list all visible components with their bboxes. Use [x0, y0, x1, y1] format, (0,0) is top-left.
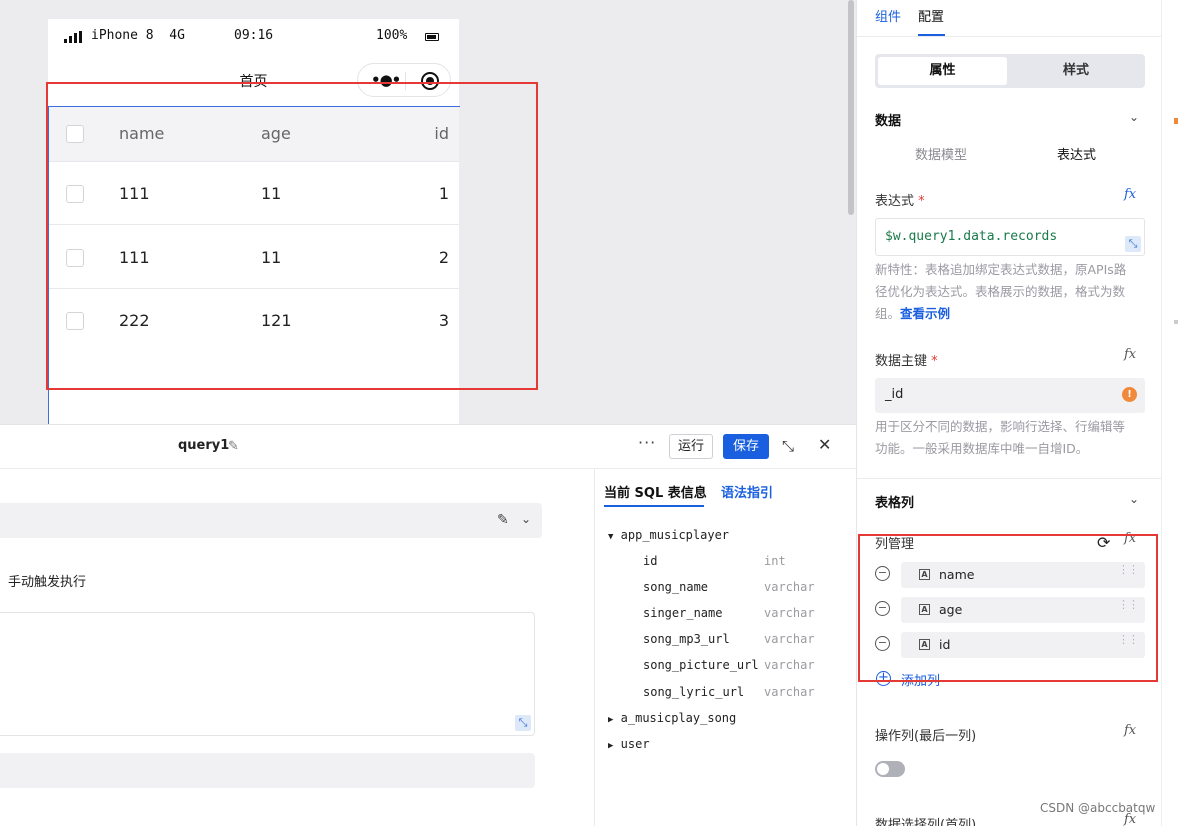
caret-right-icon: ▶	[608, 715, 614, 725]
primary-key-value: _id	[885, 387, 904, 402]
expression-label: 表达式 *	[875, 194, 925, 209]
column-type: varchar	[764, 632, 815, 646]
column-name: song_mp3_url	[643, 632, 730, 646]
query-panel: query1 ✎ ··· 运行 保存 ⤡ ✕ ✎ ⌄ 手动触发执行 ⤡ 当前 S…	[0, 424, 856, 826]
trigger-mode-text: 手动触发执行	[8, 575, 87, 590]
chevron-down-icon[interactable]: ⌄	[1129, 492, 1139, 506]
column-name: id	[643, 554, 658, 568]
source-option-expression[interactable]: 表达式	[1057, 144, 1096, 163]
tab-syntax-guide[interactable]: 语法指引	[721, 482, 773, 501]
device-carrier: iPhone 8 4G	[91, 28, 185, 43]
battery-percent: 100%	[376, 28, 408, 43]
caret-right-icon: ▶	[608, 741, 614, 751]
see-example-link[interactable]: 查看示例	[900, 306, 950, 321]
column-name: song_name	[643, 580, 709, 594]
watermark: CSDN @abccbatqw	[1040, 801, 1156, 815]
run-button[interactable]: 运行	[669, 434, 713, 459]
segment-style[interactable]: 样式	[1010, 57, 1142, 85]
chevron-down-icon[interactable]: ⌄	[521, 512, 531, 526]
props-style-switch: 属性 样式	[875, 54, 1145, 88]
primary-key-help: 用于区分不同的数据，影响行选择、行编辑等 功能。一般采用数据库中唯一自增ID。	[875, 419, 1126, 456]
signal-icon	[64, 31, 82, 43]
close-icon[interactable]: ✕	[818, 435, 831, 454]
tab-sql-info[interactable]: 当前 SQL 表信息	[604, 482, 707, 501]
tree-node-app-musicplayer[interactable]: ▼ app_musicplayer	[608, 528, 729, 542]
fx-icon[interactable]: fx	[1124, 187, 1136, 202]
battery-icon	[425, 33, 439, 41]
column-type: int	[764, 554, 786, 568]
sql-editor[interactable]: ⤡	[0, 612, 535, 736]
divider	[857, 36, 1162, 37]
table-name: a_musicplay_song	[620, 711, 737, 725]
section-data-title: 数据	[875, 114, 902, 129]
action-column-label: 操作列(最后一列)	[875, 729, 977, 744]
section-columns-title: 表格列	[875, 496, 915, 511]
column-name: song_picture_url	[643, 658, 759, 672]
column-name: singer_name	[643, 606, 723, 620]
tab-components[interactable]: 组件	[875, 6, 901, 25]
action-column-toggle[interactable]	[875, 761, 905, 777]
annotation-box-columns	[858, 534, 1158, 682]
table-name: user	[620, 737, 650, 751]
pencil-icon[interactable]: ✎	[228, 439, 239, 454]
annotation-box-table	[46, 82, 538, 390]
expression-input[interactable]: $w.query1.data.records ⤡	[875, 218, 1145, 256]
fx-icon[interactable]: fx	[1124, 347, 1136, 362]
caret-down-icon: ▼	[608, 532, 614, 542]
column-type: varchar	[764, 606, 815, 620]
divider	[857, 478, 1162, 479]
params-field[interactable]	[0, 753, 535, 788]
segment-props[interactable]: 属性	[878, 57, 1007, 85]
resize-icon[interactable]: ⤡	[1125, 236, 1141, 252]
more-options-icon[interactable]: ···	[638, 433, 656, 452]
tree-node-user[interactable]: ▶ user	[608, 737, 650, 751]
canvas-scrollbar[interactable]	[848, 0, 854, 215]
chevron-down-icon[interactable]: ⌄	[1129, 110, 1139, 124]
resize-icon[interactable]: ⤡	[515, 715, 531, 731]
primary-key-input[interactable]: _id !	[875, 378, 1145, 413]
source-option-model[interactable]: 数据模型	[915, 144, 967, 163]
phone-status-bar: iPhone 8 4G 09:16 100%	[48, 19, 459, 55]
expression-help: 新特性：表格追加绑定表达式数据，原APIs路 径优化为表达式。表格展示的数据，格…	[875, 262, 1127, 321]
column-type: varchar	[764, 658, 815, 672]
expand-icon[interactable]: ⤡	[782, 437, 794, 455]
panel-column-divider	[594, 469, 595, 826]
tab-config[interactable]: 配置	[918, 6, 944, 25]
column-name: song_lyric_url	[643, 685, 745, 699]
config-panel: 组件 配置 属性 样式 数据 ⌄ 数据模型 表达式 表达式 * fx $w.qu…	[856, 0, 1162, 826]
active-tab-indicator	[604, 505, 704, 507]
column-type: varchar	[764, 685, 815, 699]
save-button[interactable]: 保存	[723, 434, 769, 459]
fx-icon[interactable]: fx	[1124, 723, 1136, 738]
select-column-label: 数据选择列(首列)	[875, 818, 977, 826]
primary-key-label: 数据主键 *	[875, 354, 938, 369]
tree-node-a-musicplay-song[interactable]: ▶ a_musicplay_song	[608, 711, 736, 725]
warning-icon: !	[1122, 387, 1137, 402]
query-title: query1	[178, 438, 230, 453]
panel-divider	[0, 468, 856, 469]
edge-indicator	[1174, 118, 1178, 124]
trigger-select[interactable]: ✎ ⌄	[0, 503, 542, 538]
table-name: app_musicplayer	[620, 528, 730, 542]
edge-indicator	[1174, 320, 1178, 324]
expression-value: $w.query1.data.records	[885, 229, 1058, 244]
column-type: varchar	[764, 580, 815, 594]
pencil-icon[interactable]: ✎	[497, 512, 509, 528]
status-time: 09:16	[234, 28, 274, 43]
